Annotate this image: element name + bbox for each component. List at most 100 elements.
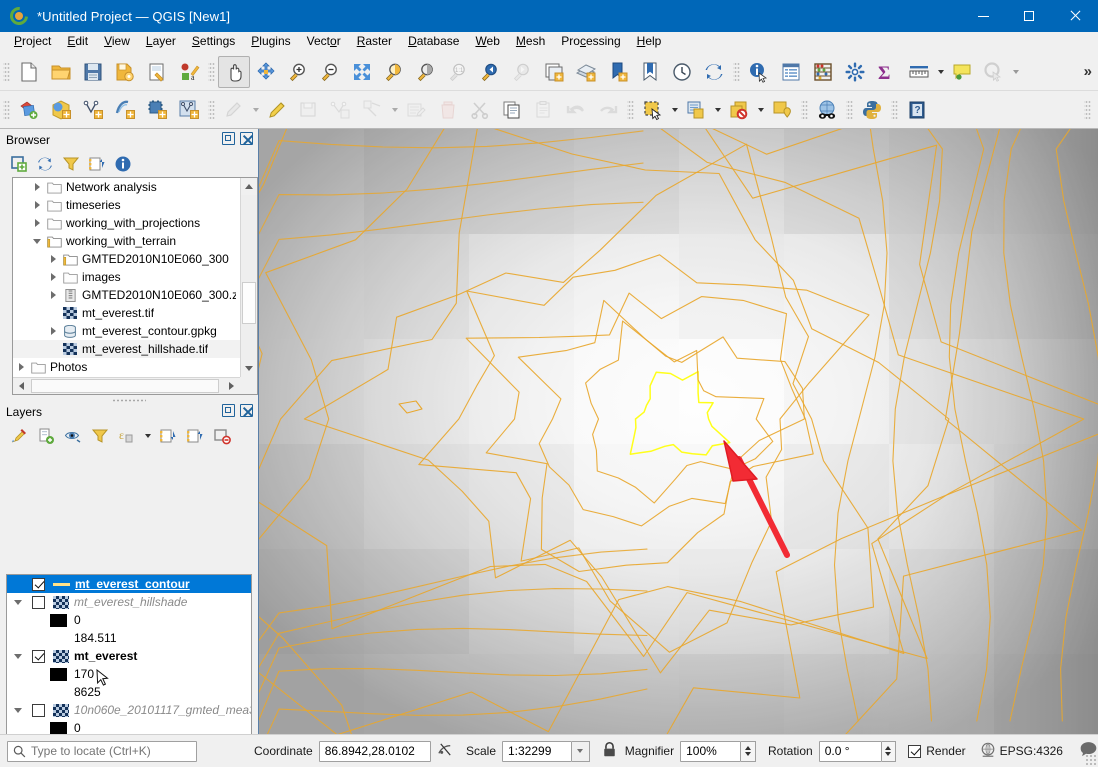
- select-features-button[interactable]: [637, 94, 669, 126]
- browser-float-button[interactable]: [222, 132, 235, 145]
- add-group-button[interactable]: [34, 425, 58, 447]
- magnifier-stepper[interactable]: [741, 741, 756, 762]
- browser-item-9[interactable]: mt_everest_hillshade.tif: [13, 340, 240, 358]
- toolbar-grip[interactable]: [627, 99, 634, 121]
- magnifier-field[interactable]: 100%: [680, 741, 741, 762]
- menu-mesh[interactable]: Mesh: [508, 32, 553, 51]
- map-canvas[interactable]: [258, 129, 1098, 734]
- expander-open-icon[interactable]: [10, 701, 26, 719]
- browser-close-button[interactable]: [240, 132, 253, 145]
- select-expression-dropdown-arrow-icon[interactable]: [712, 94, 723, 126]
- layer-visibility-checkbox[interactable]: [32, 704, 45, 717]
- browser-item-10[interactable]: Photos: [13, 358, 240, 376]
- filter-legend-dropdown-arrow-icon[interactable]: [142, 425, 153, 447]
- python-console-button[interactable]: [856, 94, 888, 126]
- collapse-all-layers-button[interactable]: [183, 425, 207, 447]
- layer-row-3[interactable]: 10n060e_20101117_gmted_mea3: [7, 701, 251, 719]
- expander-closed-icon[interactable]: [45, 322, 61, 340]
- minimize-button[interactable]: [960, 0, 1006, 32]
- measure-line-button[interactable]: [903, 56, 935, 88]
- layer-row-2[interactable]: mt_everest: [7, 647, 251, 665]
- new-bookmark-button[interactable]: [602, 56, 634, 88]
- browser-item-2[interactable]: working_with_projections: [13, 214, 240, 232]
- browser-tree[interactable]: Network analysistimeseriesworking_with_p…: [12, 177, 258, 395]
- browser-item-5[interactable]: images: [13, 268, 240, 286]
- add-vector-layer-button[interactable]: [13, 94, 45, 126]
- open-layer-styling-panel-button[interactable]: [7, 425, 31, 447]
- menu-vector[interactable]: Vector: [299, 32, 349, 51]
- current-edits-dropdown-arrow-icon[interactable]: [250, 94, 261, 126]
- manage-map-themes-button[interactable]: [61, 425, 85, 447]
- locator-bar[interactable]: [7, 741, 197, 762]
- toolbar-grip[interactable]: [846, 99, 853, 121]
- toolbar-grip[interactable]: [3, 61, 10, 83]
- filter-legend-button[interactable]: [88, 425, 112, 447]
- add-mesh-layer-button[interactable]: [109, 94, 141, 126]
- menu-project[interactable]: Project: [6, 32, 59, 51]
- filter-legend-expression-button[interactable]: ε: [115, 425, 139, 447]
- deselect-dropdown-arrow-icon[interactable]: [755, 94, 766, 126]
- options-button[interactable]: [839, 56, 871, 88]
- toolbar-grip[interactable]: [733, 61, 740, 83]
- map-tips-button[interactable]: [946, 56, 978, 88]
- expander-closed-icon[interactable]: [29, 178, 45, 196]
- add-raster-layer-button[interactable]: [45, 94, 77, 126]
- zoom-to-selection-button[interactable]: [378, 56, 410, 88]
- toggle-editing-button[interactable]: [261, 94, 293, 126]
- add-delimited-text-layer-button[interactable]: [77, 94, 109, 126]
- style-manager-button[interactable]: a: [173, 56, 205, 88]
- browser-vertical-scrollbar[interactable]: [240, 178, 257, 377]
- undo-button[interactable]: [560, 94, 592, 126]
- layer-visibility-checkbox[interactable]: [32, 596, 45, 609]
- cut-features-button[interactable]: [464, 94, 496, 126]
- layers-float-button[interactable]: [222, 404, 235, 417]
- menu-database[interactable]: Database: [400, 32, 467, 51]
- open-attribute-table-button[interactable]: [775, 56, 807, 88]
- toolbar-grip[interactable]: [801, 99, 808, 121]
- zoom-last-button[interactable]: [474, 56, 506, 88]
- refresh-button[interactable]: [698, 56, 730, 88]
- menu-raster[interactable]: Raster: [349, 32, 400, 51]
- add-vector-tile-layer-button[interactable]: [141, 94, 173, 126]
- toolbar-grip[interactable]: [891, 99, 898, 121]
- statistical-summary-button[interactable]: [807, 56, 839, 88]
- measure-dropdown-arrow-icon[interactable]: [935, 56, 946, 88]
- scroll-left-button[interactable]: [13, 378, 30, 394]
- zoom-full-button[interactable]: [346, 56, 378, 88]
- menu-settings[interactable]: Settings: [184, 32, 243, 51]
- expander-open-icon[interactable]: [10, 647, 26, 665]
- delete-selected-button[interactable]: [432, 94, 464, 126]
- browser-item-3[interactable]: working_with_terrain: [13, 232, 240, 250]
- coordinate-field[interactable]: 86.8942,28.0102: [319, 741, 431, 762]
- help-contents-button[interactable]: ?: [901, 94, 933, 126]
- layer-visibility-checkbox[interactable]: [32, 650, 45, 663]
- save-project-as-button[interactable]: [109, 56, 141, 88]
- zoom-native-button[interactable]: 1:1: [442, 56, 474, 88]
- expander-open-icon[interactable]: [29, 232, 45, 250]
- new-map-view-button[interactable]: [538, 56, 570, 88]
- maximize-button[interactable]: [1006, 0, 1052, 32]
- paste-features-button[interactable]: [528, 94, 560, 126]
- save-project-button[interactable]: [77, 56, 109, 88]
- current-edits-button[interactable]: [218, 94, 250, 126]
- run-feature-action-button[interactable]: [978, 56, 1010, 88]
- new-3d-map-view-button[interactable]: [570, 56, 602, 88]
- menu-web[interactable]: Web: [467, 32, 507, 51]
- identify-features-button[interactable]: [743, 56, 775, 88]
- new-shapefile-layer-button[interactable]: [173, 94, 205, 126]
- browser-item-list[interactable]: Network analysistimeseriesworking_with_p…: [13, 178, 240, 377]
- layer-row-1[interactable]: mt_everest_hillshade: [7, 593, 251, 611]
- collapse-all-button[interactable]: [85, 153, 109, 175]
- browser-horizontal-scrollbar[interactable]: [13, 377, 257, 394]
- scroll-down-button[interactable]: [241, 360, 257, 377]
- browser-item-7[interactable]: mt_everest.tif: [13, 304, 240, 322]
- add-layer-button[interactable]: [7, 153, 31, 175]
- crs-label[interactable]: EPSG:4326: [1000, 744, 1063, 758]
- show-bookmarks-button[interactable]: [634, 56, 666, 88]
- browser-item-0[interactable]: Network analysis: [13, 178, 240, 196]
- vertex-tool-button[interactable]: [357, 94, 389, 126]
- toolbar-grip[interactable]: [208, 99, 215, 121]
- toolbar-grip[interactable]: [208, 61, 215, 83]
- menu-view[interactable]: View: [96, 32, 138, 51]
- menu-layer[interactable]: Layer: [138, 32, 184, 51]
